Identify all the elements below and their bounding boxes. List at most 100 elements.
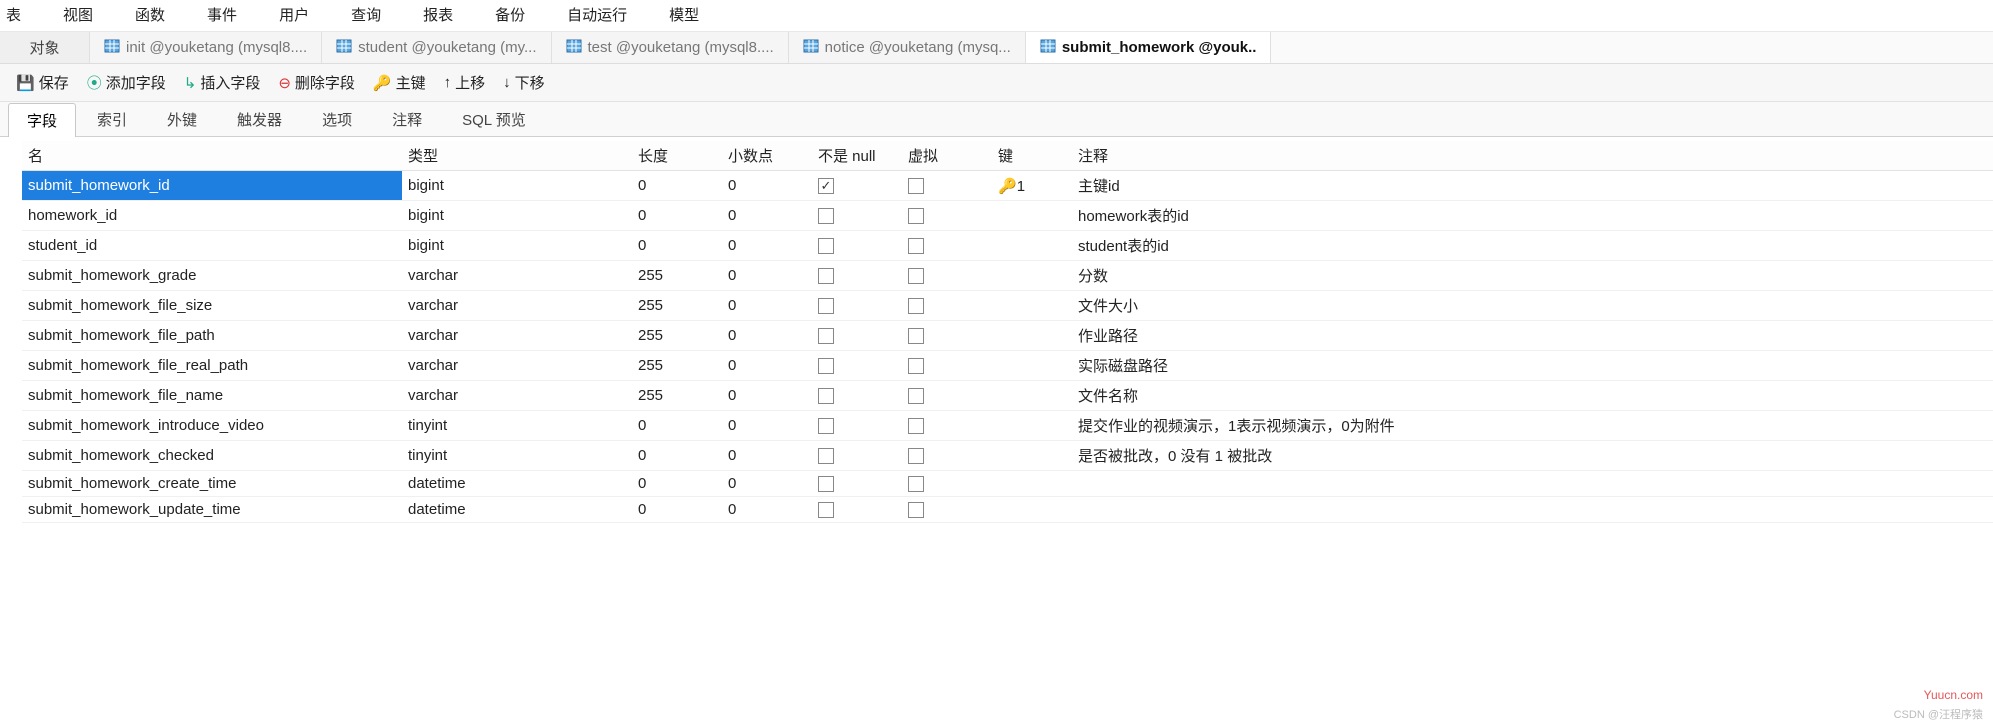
cell-not-null[interactable] xyxy=(812,471,902,497)
menu-item[interactable]: 查询 xyxy=(351,4,381,25)
cell-length[interactable]: 255 xyxy=(632,261,722,291)
col-name[interactable]: 名 xyxy=(22,141,402,171)
cell-decimals[interactable]: 0 xyxy=(722,321,812,351)
cell-comment[interactable] xyxy=(1072,471,1993,497)
cell-length[interactable]: 0 xyxy=(632,231,722,261)
checkbox-icon[interactable] xyxy=(818,238,834,254)
subtab[interactable]: 注释 xyxy=(373,102,441,136)
cell-comment[interactable]: student表的id xyxy=(1072,231,1993,261)
cell-decimals[interactable]: 0 xyxy=(722,171,812,201)
field-row[interactable]: submit_homework_checkedtinyint00是否被批改，0 … xyxy=(22,441,1993,471)
cell-key[interactable] xyxy=(992,321,1072,351)
cell-not-null[interactable] xyxy=(812,321,902,351)
field-row[interactable]: submit_homework_file_pathvarchar2550作业路径 xyxy=(22,321,1993,351)
cell-decimals[interactable]: 0 xyxy=(722,231,812,261)
cell-decimals[interactable]: 0 xyxy=(722,441,812,471)
cell-comment[interactable]: 是否被批改，0 没有 1 被批改 xyxy=(1072,441,1993,471)
menu-item[interactable]: 视图 xyxy=(63,4,93,25)
subtab[interactable]: 索引 xyxy=(78,102,146,136)
delete-field-button[interactable]: ⊖ 删除字段 xyxy=(272,70,361,95)
cell-type[interactable]: varchar xyxy=(402,261,632,291)
cell-type[interactable]: tinyint xyxy=(402,441,632,471)
cell-name[interactable]: submit_homework_grade xyxy=(22,261,402,291)
col-type[interactable]: 类型 xyxy=(402,141,632,171)
cell-type[interactable]: varchar xyxy=(402,321,632,351)
cell-type[interactable]: datetime xyxy=(402,471,632,497)
cell-name[interactable]: submit_homework_id xyxy=(22,171,402,201)
menu-item[interactable]: 自动运行 xyxy=(567,4,627,25)
fields-grid[interactable]: 名 类型 长度 小数点 不是 null 虚拟 键 注释 submit_homew… xyxy=(22,141,1993,523)
cell-length[interactable]: 0 xyxy=(632,497,722,523)
col-decimals[interactable]: 小数点 xyxy=(722,141,812,171)
subtab[interactable]: SQL 预览 xyxy=(443,102,545,136)
cell-decimals[interactable]: 0 xyxy=(722,201,812,231)
cell-key[interactable] xyxy=(992,497,1072,523)
checkbox-icon[interactable] xyxy=(908,418,924,434)
cell-decimals[interactable]: 0 xyxy=(722,291,812,321)
cell-comment[interactable]: 主键id xyxy=(1072,171,1993,201)
menu-item[interactable]: 模型 xyxy=(669,4,699,25)
cell-name[interactable]: submit_homework_update_time xyxy=(22,497,402,523)
cell-type[interactable]: bigint xyxy=(402,171,632,201)
cell-type[interactable]: varchar xyxy=(402,351,632,381)
cell-name[interactable]: submit_homework_create_time xyxy=(22,471,402,497)
checkbox-icon[interactable] xyxy=(818,298,834,314)
cell-length[interactable]: 0 xyxy=(632,411,722,441)
field-row[interactable]: submit_homework_gradevarchar2550 分数 xyxy=(22,261,1993,291)
cell-comment[interactable]: 作业路径 xyxy=(1072,321,1993,351)
cell-decimals[interactable]: 0 xyxy=(722,261,812,291)
editor-tab[interactable]: notice @youketang (mysq... xyxy=(789,32,1026,63)
cell-name[interactable]: submit_homework_checked xyxy=(22,441,402,471)
cell-decimals[interactable]: 0 xyxy=(722,351,812,381)
cell-not-null[interactable] xyxy=(812,441,902,471)
menu-item[interactable]: 函数 xyxy=(135,4,165,25)
cell-type[interactable]: varchar xyxy=(402,381,632,411)
cell-length[interactable]: 255 xyxy=(632,381,722,411)
checkbox-icon[interactable] xyxy=(908,208,924,224)
checkbox-icon[interactable] xyxy=(818,502,834,518)
checkbox-icon[interactable] xyxy=(818,208,834,224)
cell-comment[interactable]: 提交作业的视频演示，1表示视频演示，0为附件 xyxy=(1072,411,1993,441)
field-row[interactable]: submit_homework_file_sizevarchar2550文件大小 xyxy=(22,291,1993,321)
col-length[interactable]: 长度 xyxy=(632,141,722,171)
checkbox-icon[interactable] xyxy=(908,476,924,492)
col-virtual[interactable]: 虚拟 xyxy=(902,141,992,171)
subtab[interactable]: 选项 xyxy=(303,102,371,136)
move-down-button[interactable]: ↓ 下移 xyxy=(497,70,551,95)
cell-virtual[interactable] xyxy=(902,321,992,351)
cell-length[interactable]: 0 xyxy=(632,471,722,497)
subtab[interactable]: 字段 xyxy=(8,103,76,137)
cell-virtual[interactable] xyxy=(902,351,992,381)
checkbox-icon[interactable] xyxy=(818,268,834,284)
cell-comment[interactable]: 分数 xyxy=(1072,261,1993,291)
field-row[interactable]: submit_homework_introduce_videotinyint00… xyxy=(22,411,1993,441)
insert-field-button[interactable]: ↳ 插入字段 xyxy=(178,70,267,95)
cell-key[interactable] xyxy=(992,381,1072,411)
cell-name[interactable]: submit_homework_file_path xyxy=(22,321,402,351)
cell-type[interactable]: varchar xyxy=(402,291,632,321)
cell-comment[interactable]: 文件大小 xyxy=(1072,291,1993,321)
cell-name[interactable]: homework_id xyxy=(22,201,402,231)
cell-comment[interactable] xyxy=(1072,497,1993,523)
cell-name[interactable]: submit_homework_introduce_video xyxy=(22,411,402,441)
checkbox-icon[interactable] xyxy=(908,502,924,518)
cell-name[interactable]: submit_homework_file_name xyxy=(22,381,402,411)
checkbox-icon[interactable] xyxy=(908,268,924,284)
menu-item[interactable]: 用户 xyxy=(279,4,309,25)
menu-item[interactable]: 表 xyxy=(6,4,21,25)
cell-key[interactable] xyxy=(992,351,1072,381)
checkbox-icon[interactable] xyxy=(818,448,834,464)
cell-not-null[interactable] xyxy=(812,171,902,201)
cell-name[interactable]: submit_homework_file_size xyxy=(22,291,402,321)
cell-length[interactable]: 255 xyxy=(632,351,722,381)
subtab[interactable]: 外键 xyxy=(148,102,216,136)
cell-key[interactable] xyxy=(992,201,1072,231)
col-comment[interactable]: 注释 xyxy=(1072,141,1993,171)
cell-not-null[interactable] xyxy=(812,231,902,261)
cell-key[interactable]: 🔑1 xyxy=(992,171,1072,201)
cell-type[interactable]: datetime xyxy=(402,497,632,523)
cell-comment[interactable]: 实际磁盘路径 xyxy=(1072,351,1993,381)
cell-comment[interactable]: 文件名称 xyxy=(1072,381,1993,411)
col-not-null[interactable]: 不是 null xyxy=(812,141,902,171)
cell-key[interactable] xyxy=(992,231,1072,261)
